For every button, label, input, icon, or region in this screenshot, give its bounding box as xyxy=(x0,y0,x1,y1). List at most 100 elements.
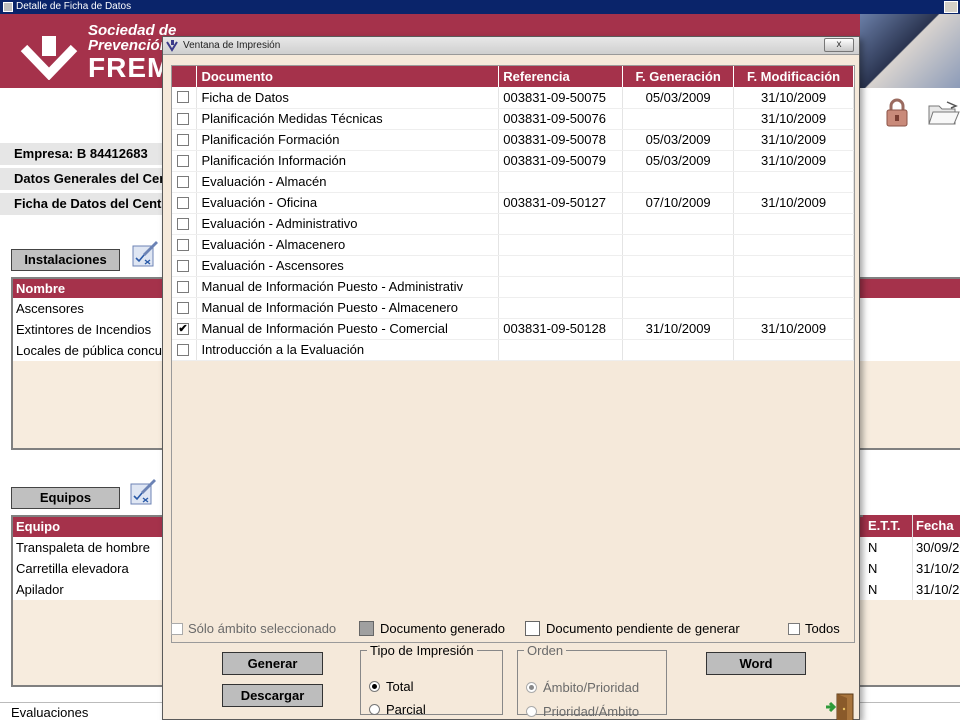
f-modificacion-cell: 31/10/2009 xyxy=(733,192,854,214)
f-generacion-cell xyxy=(622,213,735,235)
radio-total-button[interactable] xyxy=(369,681,380,693)
instalaciones-button[interactable]: Instalaciones xyxy=(11,249,120,271)
table-header-row: Documento Referencia F. Generación F. Mo… xyxy=(172,66,854,87)
table-row[interactable]: N 30/09/2009 xyxy=(863,537,960,558)
solo-ambito-checkbox[interactable] xyxy=(171,622,183,635)
f-modificacion-cell xyxy=(733,234,854,256)
row-checkbox-cell xyxy=(172,87,198,109)
legend-generado: Documento generado xyxy=(359,621,505,637)
documento-cell: Manual de Información Puesto - Comercial xyxy=(196,318,500,340)
open-folder-icon[interactable] xyxy=(927,100,960,126)
referencia-cell: 003831-09-50078 xyxy=(498,129,624,151)
f-modificacion-cell: 31/10/2009 xyxy=(733,150,854,172)
print-dialog: Ventana de Impresión x Documento Referen… xyxy=(162,36,860,720)
row-checkbox[interactable] xyxy=(177,91,189,104)
row-checkbox[interactable]: ✔ xyxy=(177,322,189,335)
edit-checklist-icon[interactable] xyxy=(129,478,157,506)
f-modificacion-cell xyxy=(733,213,854,235)
ficha-datos-label: Ficha de Datos del Centro xyxy=(0,193,170,215)
f-generacion-cell xyxy=(622,171,735,193)
todos-checkbox[interactable] xyxy=(788,622,800,635)
todos-option[interactable]: Todos xyxy=(788,621,840,637)
row-checkbox[interactable] xyxy=(177,175,189,188)
document-row[interactable]: Planificación Formación 003831-09-50078 05… xyxy=(172,129,854,151)
radio-prioridad-ambito-button[interactable] xyxy=(526,706,537,718)
pendiente-swatch xyxy=(525,621,540,637)
logo-chevron-icon xyxy=(20,36,78,80)
table-row[interactable]: N 31/10/2009 xyxy=(863,558,960,579)
document-row[interactable]: Planificación Medidas Técnicas 003831-09-… xyxy=(172,108,854,130)
row-checkbox[interactable] xyxy=(177,343,189,356)
referencia-cell xyxy=(498,339,624,361)
row-checkbox[interactable] xyxy=(177,238,189,251)
grid-header-row: E.T.T. Fecha xyxy=(863,515,960,537)
radio-total[interactable]: Total xyxy=(369,679,413,695)
radio-ambito-prioridad-button[interactable] xyxy=(526,682,537,694)
row-checkbox-cell xyxy=(172,171,198,193)
document-row[interactable]: Evaluación - Almacén xyxy=(172,171,854,193)
document-row[interactable]: Evaluación - Oficina 003831-09-50127 07/10… xyxy=(172,192,854,214)
radio-parcial[interactable]: Parcial xyxy=(369,702,426,718)
f-generacion-cell xyxy=(622,276,735,298)
document-row[interactable]: Planificación Información 003831-09-50079… xyxy=(172,150,854,172)
document-row[interactable]: Ficha de Datos 003831-09-50075 05/03/2009 3… xyxy=(172,87,854,109)
solo-ambito-option[interactable]: Sólo ámbito seleccionado xyxy=(171,621,336,637)
table-row[interactable]: N 31/10/2009 xyxy=(863,579,960,600)
referencia-cell xyxy=(498,213,624,235)
documents-table-container: Documento Referencia F. Generación F. Mo… xyxy=(171,65,855,643)
f-modificacion-cell xyxy=(733,171,854,193)
referencia-cell: 003831-09-50127 xyxy=(498,192,624,214)
document-row[interactable]: Evaluación - Almacenero xyxy=(172,234,854,256)
referencia-cell: 003831-09-50075 xyxy=(498,87,624,109)
header-referencia[interactable]: Referencia xyxy=(498,66,624,87)
documents-table: Documento Referencia F. Generación F. Mo… xyxy=(172,66,854,361)
document-row[interactable]: Introducción a la Evaluación xyxy=(172,339,854,361)
header-f-generacion[interactable]: F. Generación xyxy=(622,66,735,87)
edit-checklist-icon[interactable] xyxy=(131,240,159,268)
referencia-cell: 003831-09-50128 xyxy=(498,318,624,340)
documento-cell: Evaluación - Ascensores xyxy=(196,255,500,277)
header-checkbox-column xyxy=(172,66,198,87)
row-checkbox[interactable] xyxy=(177,217,189,230)
documento-cell: Evaluación - Almacén xyxy=(196,171,500,193)
radio-parcial-label: Parcial xyxy=(386,702,426,717)
radio-prioridad-ambito[interactable]: Prioridad/Ámbito xyxy=(526,704,639,720)
row-checkbox[interactable] xyxy=(177,259,189,272)
generar-button[interactable]: Generar xyxy=(222,652,323,675)
dialog-close-button[interactable]: x xyxy=(824,38,854,52)
exit-door-icon[interactable] xyxy=(825,693,855,720)
banner-photo xyxy=(860,14,960,88)
row-checkbox[interactable] xyxy=(177,112,189,125)
header-f-modificacion[interactable]: F. Modificación xyxy=(733,66,854,87)
todos-label: Todos xyxy=(805,621,840,636)
row-checkbox-cell xyxy=(172,213,198,235)
equipos-button[interactable]: Equipos xyxy=(11,487,120,509)
orden-legend: Orden xyxy=(527,643,564,658)
grid-header-fecha: Fecha xyxy=(916,518,954,533)
f-generacion-cell xyxy=(622,234,735,256)
pendiente-label: Documento pendiente de generar xyxy=(546,621,740,636)
document-row[interactable]: Manual de Información Puesto - Administr… xyxy=(172,276,854,298)
radio-ambito-prioridad[interactable]: Ámbito/Prioridad xyxy=(526,680,639,696)
document-row[interactable]: ✔ Manual de Información Puesto - Comercia… xyxy=(172,318,854,340)
row-checkbox[interactable] xyxy=(177,196,189,209)
document-row[interactable]: Evaluación - Ascensores xyxy=(172,255,854,277)
header-documento[interactable]: Documento xyxy=(196,66,500,87)
word-button[interactable]: Word xyxy=(706,652,806,675)
document-row[interactable]: Manual de Información Puesto - Almacener… xyxy=(172,297,854,319)
documento-cell: Evaluación - Administrativo xyxy=(196,213,500,235)
row-checkbox[interactable] xyxy=(177,133,189,146)
fecha-cell: 31/10/2009 xyxy=(916,582,960,597)
lock-icon[interactable] xyxy=(884,97,910,127)
row-checkbox[interactable] xyxy=(177,280,189,293)
row-checkbox[interactable] xyxy=(177,301,189,314)
radio-ambito-prioridad-label: Ámbito/Prioridad xyxy=(543,680,640,695)
row-checkbox[interactable] xyxy=(177,154,189,167)
f-modificacion-cell: 31/10/2009 xyxy=(733,129,854,151)
row-checkbox-cell xyxy=(172,108,198,130)
radio-parcial-button[interactable] xyxy=(369,704,380,716)
descargar-button[interactable]: Descargar xyxy=(222,684,323,707)
window-close-button[interactable] xyxy=(944,1,958,13)
f-generacion-cell xyxy=(622,297,735,319)
document-row[interactable]: Evaluación - Administrativo xyxy=(172,213,854,235)
